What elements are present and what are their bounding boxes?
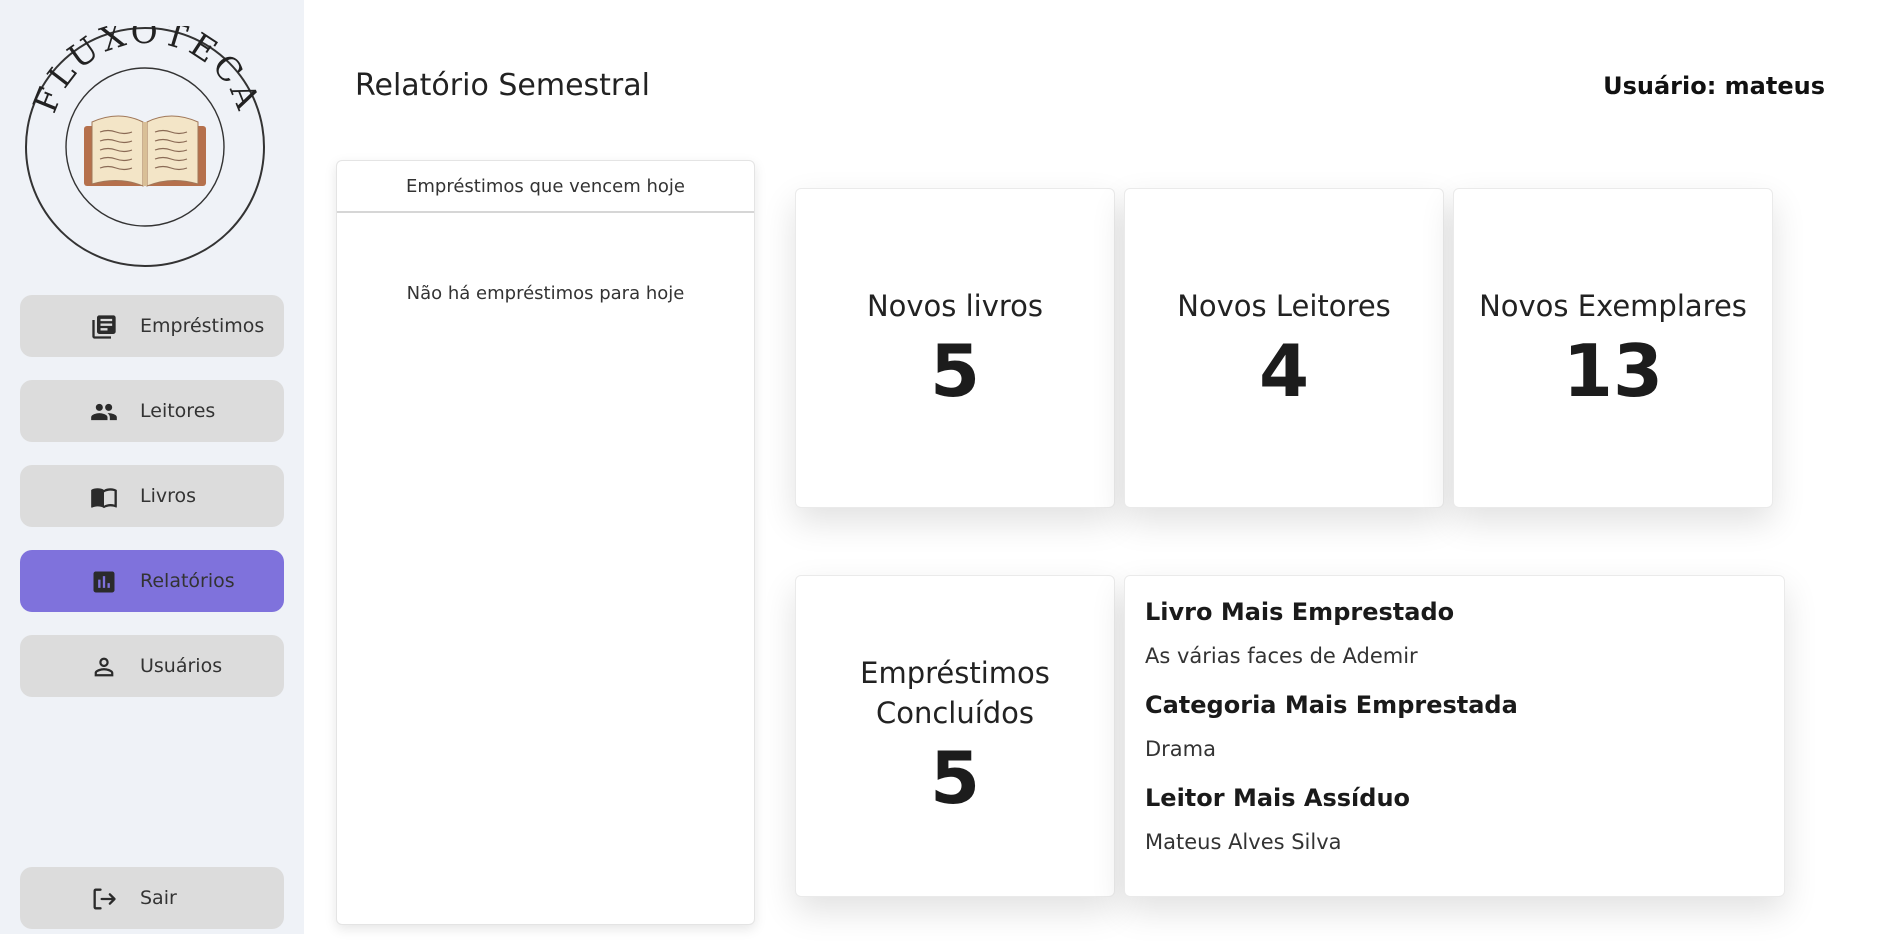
sidebar-item-usuarios[interactable]: Usuários xyxy=(20,635,284,697)
sidebar-item-label: Usuários xyxy=(140,655,223,677)
most-borrowed-category-value: Drama xyxy=(1145,737,1216,761)
logout-icon xyxy=(93,888,116,910)
sidebar-item-label: Relatórios xyxy=(140,570,235,592)
reports-icon xyxy=(93,571,115,593)
completed-loans-title-line1: Empréstimos xyxy=(860,656,1050,690)
completed-loans-title-line2: Concluídos xyxy=(875,696,1035,730)
new-books-card: Novos livros 5 xyxy=(795,188,1115,508)
sidebar-item-label: Leitores xyxy=(140,400,216,422)
sidebar-item-label: Empréstimos xyxy=(140,315,265,337)
new-readers-card: Novos Leitores 4 xyxy=(1124,188,1444,508)
loans-icon xyxy=(92,315,116,339)
new-books-value: 5 xyxy=(929,329,981,413)
loans-due-today-panel: Empréstimos que vencem hoje Não há empré… xyxy=(336,160,755,925)
readers-icon xyxy=(91,403,117,421)
most-borrowed-book-value: As várias faces de Ademir xyxy=(1145,644,1418,668)
loans-due-today-title: Empréstimos que vencem hoje xyxy=(337,161,754,213)
new-readers-title: Novos Leitores xyxy=(1177,289,1391,323)
completed-loans-value: 5 xyxy=(929,736,981,820)
top-stats-card: Livro Mais Emprestado As várias faces de… xyxy=(1124,575,1785,897)
page-title: Relatório Semestral xyxy=(355,68,650,103)
books-icon xyxy=(91,488,117,509)
new-readers-value: 4 xyxy=(1258,329,1310,413)
most-borrowed-book-label: Livro Mais Emprestado xyxy=(1145,598,1455,626)
user-icon xyxy=(94,657,114,677)
fluxoteca-logo: FLUXOTECA xyxy=(25,26,266,267)
completed-loans-card: Empréstimos Concluídos 5 xyxy=(795,575,1115,897)
new-copies-value: 13 xyxy=(1562,329,1664,413)
most-assiduous-reader-label: Leitor Mais Assíduo xyxy=(1145,784,1411,812)
most-borrowed-category-label: Categoria Mais Emprestada xyxy=(1145,691,1518,719)
sidebar: FLUXOTECA Empréstimos Leitores Livros Re… xyxy=(0,0,304,934)
svg-text:FLUXOTECA: FLUXOTECA xyxy=(25,26,266,118)
most-assiduous-reader-value: Mateus Alves Silva xyxy=(1145,830,1342,854)
sidebar-item-label: Livros xyxy=(140,485,197,507)
new-copies-card: Novos Exemplares 13 xyxy=(1453,188,1773,508)
current-user: Usuário: mateus xyxy=(1603,72,1825,100)
new-copies-title: Novos Exemplares xyxy=(1479,289,1747,323)
logout-button[interactable]: Sair xyxy=(20,867,284,929)
sidebar-item-livros[interactable]: Livros xyxy=(20,465,284,527)
logout-label: Sair xyxy=(140,887,177,909)
sidebar-item-emprestimos[interactable]: Empréstimos xyxy=(20,295,284,357)
sidebar-item-leitores[interactable]: Leitores xyxy=(20,380,284,442)
loans-empty-message: Não há empréstimos para hoje xyxy=(406,283,685,304)
sidebar-item-relatorios[interactable]: Relatórios xyxy=(20,550,284,612)
new-books-title: Novos livros xyxy=(866,289,1044,323)
